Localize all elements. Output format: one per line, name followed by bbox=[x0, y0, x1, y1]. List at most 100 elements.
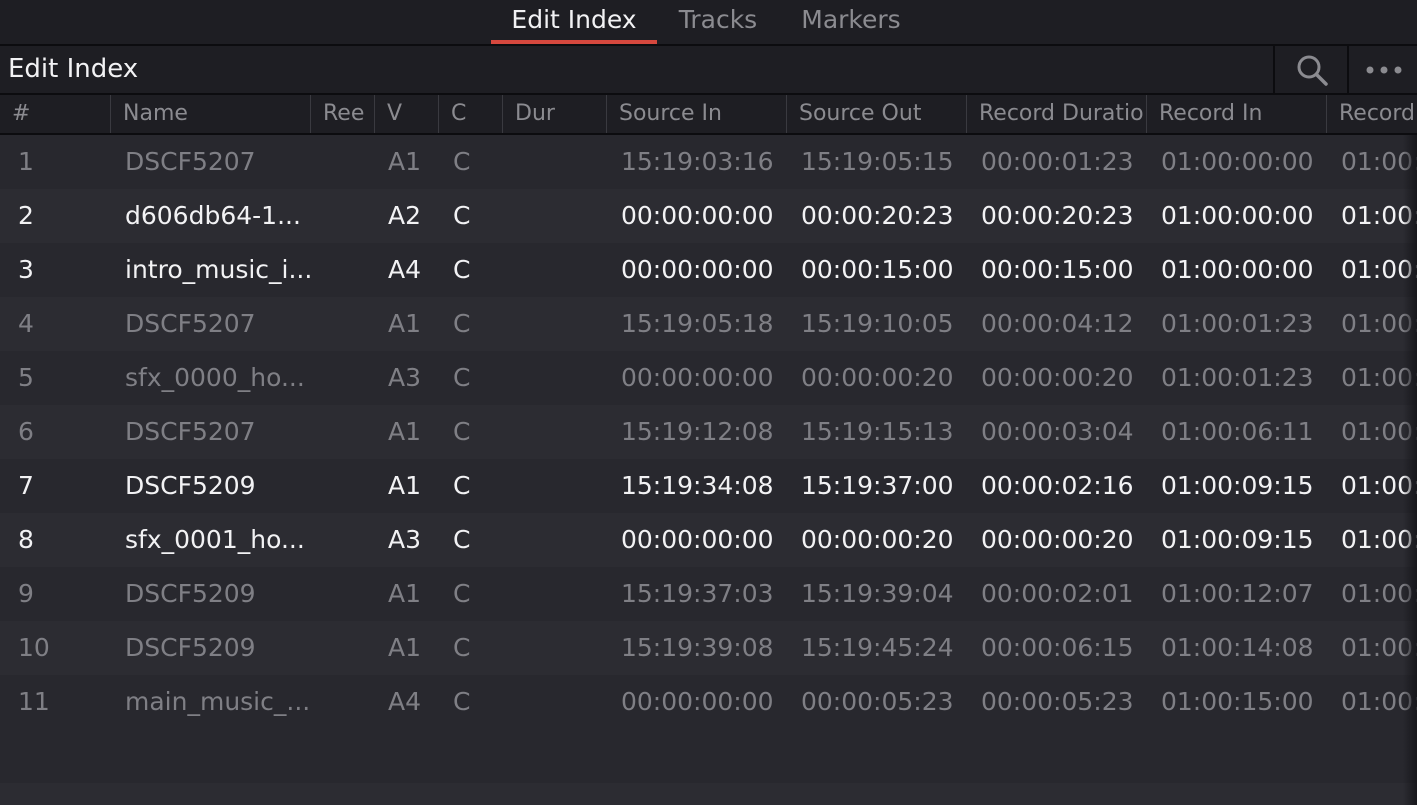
video-track: A4 bbox=[388, 255, 422, 284]
transition-type: C bbox=[453, 363, 471, 392]
table-row[interactable]: 4 DSCF5207 A1 C 15:19:05:18 15:19:10:05 … bbox=[0, 297, 1417, 351]
clip-name: intro_music_i... bbox=[125, 255, 313, 284]
record-in: 01:00:12:07 bbox=[1161, 579, 1314, 608]
more-options-button[interactable] bbox=[1347, 46, 1417, 93]
transition-type: C bbox=[453, 525, 471, 554]
table-row[interactable]: 7 DSCF5209 A1 C 15:19:34:08 15:19:37:00 … bbox=[0, 459, 1417, 513]
table-header: # Name Ree V C Dur Source In Source Out … bbox=[0, 95, 1417, 135]
panel-header: Edit Index bbox=[0, 46, 1417, 95]
column-header-v[interactable]: V bbox=[374, 95, 438, 133]
row-number: 6 bbox=[18, 417, 34, 446]
row-number: 7 bbox=[18, 471, 34, 500]
record-duration: 00:00:20:23 bbox=[981, 201, 1134, 230]
table-row[interactable]: 1 DSCF5207 A1 C 15:19:03:16 15:19:05:15 … bbox=[0, 135, 1417, 189]
source-out: 00:00:00:20 bbox=[801, 525, 954, 554]
column-header-source-in[interactable]: Source In bbox=[606, 95, 786, 133]
column-header-name[interactable]: Name bbox=[110, 95, 310, 133]
video-track: A1 bbox=[388, 309, 422, 338]
transition-type: C bbox=[453, 201, 471, 230]
more-options-icon bbox=[1366, 66, 1402, 73]
tab-tracks[interactable]: Tracks bbox=[668, 0, 768, 44]
source-out: 00:00:20:23 bbox=[801, 201, 954, 230]
source-out: 15:19:37:00 bbox=[801, 471, 954, 500]
video-track: A3 bbox=[388, 363, 422, 392]
table-row[interactable]: 8 sfx_0001_ho... A3 C 00:00:00:00 00:00:… bbox=[0, 513, 1417, 567]
table-row[interactable]: 3 intro_music_i... A4 C 00:00:00:00 00:0… bbox=[0, 243, 1417, 297]
clip-name: d606db64-1... bbox=[125, 201, 301, 230]
record-in: 01:00:00:00 bbox=[1161, 201, 1314, 230]
transition-type: C bbox=[453, 579, 471, 608]
record-in: 01:00:00:00 bbox=[1161, 147, 1314, 176]
clip-name: DSCF5209 bbox=[125, 633, 256, 662]
empty-table-area bbox=[0, 783, 1417, 805]
source-out: 00:00:00:20 bbox=[801, 363, 954, 392]
column-header-duration[interactable]: Dur bbox=[502, 95, 606, 133]
table-row[interactable]: 6 DSCF5207 A1 C 15:19:12:08 15:19:15:13 … bbox=[0, 405, 1417, 459]
column-header-source-out[interactable]: Source Out bbox=[786, 95, 966, 133]
clip-name: DSCF5207 bbox=[125, 417, 256, 446]
record-duration: 00:00:01:23 bbox=[981, 147, 1134, 176]
transition-type: C bbox=[453, 309, 471, 338]
search-button[interactable] bbox=[1273, 46, 1349, 93]
record-duration: 00:00:00:20 bbox=[981, 525, 1134, 554]
column-header-record-in[interactable]: Record In bbox=[1146, 95, 1326, 133]
record-in: 01:00:09:15 bbox=[1161, 525, 1314, 554]
row-number: 4 bbox=[18, 309, 34, 338]
transition-type: C bbox=[453, 255, 471, 284]
record-in: 01:00:14:08 bbox=[1161, 633, 1314, 662]
record-in: 01:00:06:11 bbox=[1161, 417, 1314, 446]
table-row[interactable]: 10 DSCF5209 A1 C 15:19:39:08 15:19:45:24… bbox=[0, 621, 1417, 675]
video-track: A2 bbox=[388, 201, 422, 230]
table-row[interactable]: 2 d606db64-1... A2 C 00:00:00:00 00:00:2… bbox=[0, 189, 1417, 243]
search-icon bbox=[1297, 55, 1328, 86]
source-out: 15:19:45:24 bbox=[801, 633, 954, 662]
tab-edit-index[interactable]: Edit Index bbox=[491, 0, 657, 44]
record-in: 01:00:00:00 bbox=[1161, 255, 1314, 284]
source-out: 15:19:15:13 bbox=[801, 417, 954, 446]
tab-markers[interactable]: Markers bbox=[790, 0, 912, 44]
source-out: 00:00:05:23 bbox=[801, 687, 954, 716]
table-row[interactable]: 11 main_music_... A4 C 00:00:00:00 00:00… bbox=[0, 675, 1417, 729]
record-in: 01:00:01:23 bbox=[1161, 309, 1314, 338]
source-in: 00:00:00:00 bbox=[621, 201, 774, 230]
transition-type: C bbox=[453, 147, 471, 176]
video-track: A4 bbox=[388, 687, 422, 716]
row-number: 2 bbox=[18, 201, 34, 230]
table-row[interactable]: 9 DSCF5209 A1 C 15:19:37:03 15:19:39:04 … bbox=[0, 567, 1417, 621]
source-in: 15:19:05:18 bbox=[621, 309, 774, 338]
column-header-reel[interactable]: Ree bbox=[310, 95, 374, 133]
tab-bar: Edit Index Tracks Markers bbox=[0, 0, 1417, 46]
source-out: 15:19:05:15 bbox=[801, 147, 954, 176]
record-duration: 00:00:02:01 bbox=[981, 579, 1134, 608]
column-header-record-out[interactable]: Record bbox=[1326, 95, 1417, 133]
video-track: A1 bbox=[388, 579, 422, 608]
clip-name: DSCF5209 bbox=[125, 579, 256, 608]
row-number: 9 bbox=[18, 579, 34, 608]
column-header-record-duration[interactable]: Record Duratio bbox=[966, 95, 1146, 133]
transition-type: C bbox=[453, 633, 471, 662]
record-in: 01:00:01:23 bbox=[1161, 363, 1314, 392]
transition-type: C bbox=[453, 417, 471, 446]
column-overflow-edge bbox=[1403, 135, 1417, 805]
record-duration: 00:00:00:20 bbox=[981, 363, 1134, 392]
source-in: 15:19:12:08 bbox=[621, 417, 774, 446]
empty-table-area bbox=[0, 729, 1417, 783]
row-number: 11 bbox=[18, 687, 50, 716]
source-out: 15:19:10:05 bbox=[801, 309, 954, 338]
column-header-number[interactable]: # bbox=[0, 95, 110, 133]
video-track: A1 bbox=[388, 633, 422, 662]
table-row[interactable]: 5 sfx_0000_ho... A3 C 00:00:00:00 00:00:… bbox=[0, 351, 1417, 405]
record-duration: 00:00:05:23 bbox=[981, 687, 1134, 716]
row-number: 5 bbox=[18, 363, 34, 392]
clip-name: main_music_... bbox=[125, 687, 311, 716]
record-duration: 00:00:06:15 bbox=[981, 633, 1134, 662]
row-number: 1 bbox=[18, 147, 34, 176]
source-in: 00:00:00:00 bbox=[621, 525, 774, 554]
clip-name: DSCF5207 bbox=[125, 147, 256, 176]
record-duration: 00:00:03:04 bbox=[981, 417, 1134, 446]
source-in: 00:00:00:00 bbox=[621, 363, 774, 392]
record-duration: 00:00:15:00 bbox=[981, 255, 1134, 284]
clip-name: sfx_0001_ho... bbox=[125, 525, 305, 554]
column-header-c[interactable]: C bbox=[438, 95, 502, 133]
record-duration: 00:00:04:12 bbox=[981, 309, 1134, 338]
